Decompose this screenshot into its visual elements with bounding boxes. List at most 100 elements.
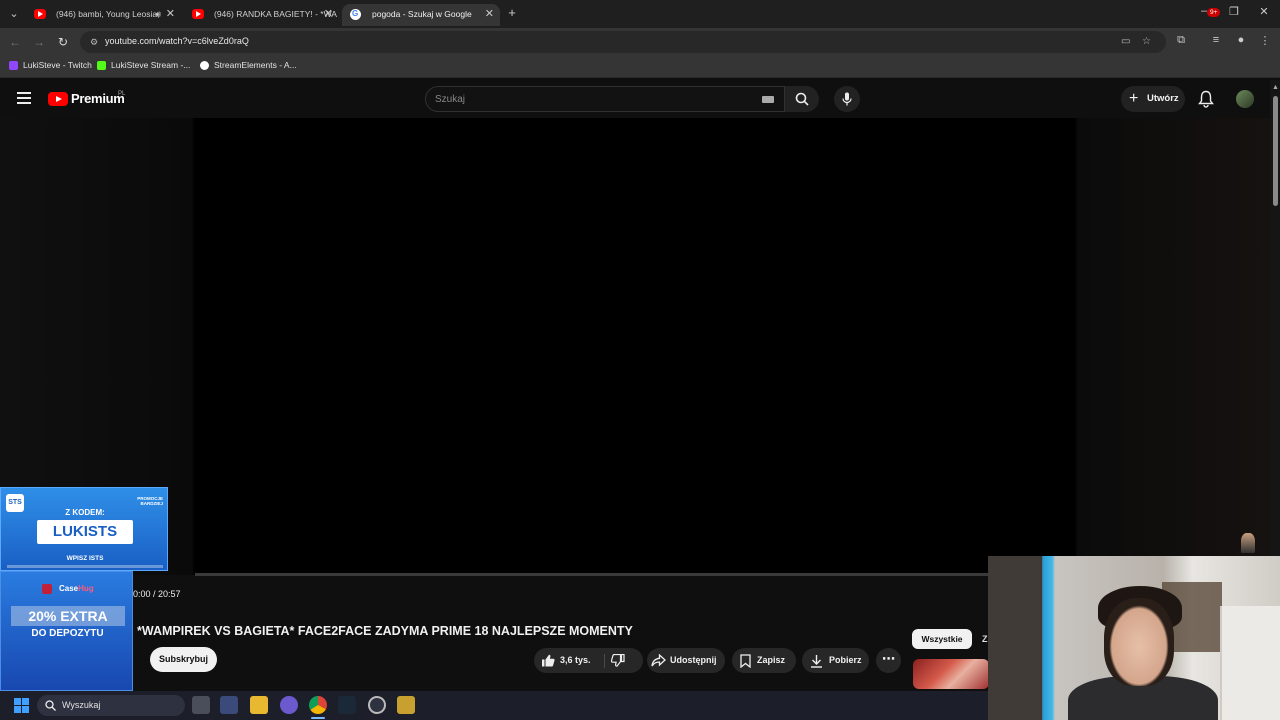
streamer-face	[1104, 598, 1174, 686]
league-icon[interactable]	[397, 696, 415, 714]
video-title: *WAMPIREK VS BAGIETA* FACE2FACE ZADYMA P…	[137, 624, 633, 638]
webcam-white-shelf	[1220, 606, 1280, 720]
bookmark-item[interactable]: LukiSteve - Twitch	[9, 60, 92, 70]
steam-icon[interactable]	[338, 696, 356, 714]
more-actions-icon[interactable]: ⋯	[876, 648, 901, 673]
brand-part-a: Case	[59, 584, 79, 593]
windows-taskbar: Wyszukaj	[0, 691, 988, 720]
casehug-logo-icon	[42, 584, 52, 594]
screen: ⌄ (946) bambi, Young Leosia, 🔊︎ ✕ (946) …	[0, 0, 1280, 720]
bookmark-label: LukiSteve Stream -...	[111, 60, 191, 70]
back-button[interactable]: ←	[7, 34, 23, 50]
share-button[interactable]: Udostępnij	[647, 648, 725, 673]
promo-instruction: WPISZ ISTS	[66, 555, 104, 562]
bookmark-item[interactable]: LukiSteve Stream -...	[97, 60, 190, 70]
tab-search-chevron-icon[interactable]: ⌄	[6, 6, 22, 22]
keyboard-icon[interactable]	[762, 96, 774, 103]
video-time: 0:00 / 20:57	[133, 589, 181, 599]
install-app-icon[interactable]: ▭	[1121, 36, 1130, 47]
search-placeholder: Szukaj	[435, 94, 466, 105]
search-input[interactable]: Szukaj	[425, 86, 785, 112]
task-view-icon[interactable]	[192, 696, 210, 714]
menu-kebab-icon[interactable]: ⋮	[1257, 34, 1273, 47]
video-progress-bar[interactable]	[195, 573, 988, 576]
url-text: youtube.com/watch?v=c6lveZd0raQ	[105, 36, 249, 46]
obs-icon[interactable]	[368, 696, 386, 714]
media-control-icon[interactable]: ≡	[1208, 34, 1224, 46]
address-bar[interactable]: ⚙ youtube.com/watch?v=c6lveZd0raQ ▭ ☆	[80, 31, 1166, 53]
scroll-up-arrow-icon[interactable]: ▲	[1272, 84, 1279, 91]
share-label: Udostępnij	[670, 655, 717, 665]
microphone-icon	[842, 92, 852, 106]
close-icon[interactable]: ✕	[485, 4, 494, 24]
tab-title: pogoda - Szukaj w Google	[372, 9, 472, 19]
search-icon	[45, 700, 56, 711]
chrome-icon[interactable]	[309, 696, 327, 714]
video-player[interactable]	[195, 118, 1075, 575]
promo-heading: Z KODEM:	[65, 508, 105, 517]
reload-button[interactable]: ↻	[55, 34, 71, 50]
bookmark-item[interactable]: StreamElements - A...	[200, 60, 297, 70]
bookmark-label: LukiSteve - Twitch	[23, 60, 92, 70]
tab-title: (946) bambi, Young Leosia,	[56, 9, 160, 19]
search-button[interactable]	[785, 86, 819, 112]
speaker-icon[interactable]: 🔊︎	[155, 4, 161, 24]
create-label: Utwórz	[1147, 93, 1179, 104]
promo-fine-print	[7, 565, 163, 568]
plus-icon: +	[1129, 90, 1139, 107]
restore-button[interactable]: ❐	[1224, 5, 1244, 18]
bookmarks-bar: LukiSteve - Twitch LukiSteve Stream -...…	[0, 56, 1280, 78]
tab-title: (946) RANDKA BAGIETY! - *WA	[214, 9, 337, 19]
forward-button[interactable]: →	[31, 34, 47, 50]
new-tab-button[interactable]: +	[505, 6, 519, 20]
close-icon[interactable]: ✕	[324, 4, 333, 24]
youtube-logo-icon	[48, 92, 68, 106]
browser-toolbar: ← → ↻ ⚙ youtube.com/watch?v=c6lveZd0raQ …	[0, 28, 1280, 56]
thumbs-down-icon[interactable]	[611, 654, 625, 667]
browser-tab-2[interactable]: (946) RANDKA BAGIETY! - *WA ✕	[184, 4, 339, 26]
like-dislike-group: 3,6 tys.	[534, 648, 643, 673]
kick-icon	[97, 61, 106, 70]
notifications-bell-icon[interactable]	[1198, 90, 1214, 108]
taskbar-search-input[interactable]: Wyszukaj	[37, 695, 185, 716]
webcam-background-door	[988, 556, 1042, 720]
app-icon[interactable]	[220, 696, 238, 714]
save-label: Zapisz	[757, 655, 786, 665]
like-count[interactable]: 3,6 tys.	[560, 648, 591, 673]
file-explorer-icon[interactable]	[250, 696, 268, 714]
promo-code: LUKISTS	[37, 520, 133, 544]
subscribe-button[interactable]: Subskrybuj	[150, 647, 217, 672]
profile-icon[interactable]: ●	[1233, 34, 1249, 46]
search-icon	[795, 92, 809, 106]
site-info-icon[interactable]: ⚙	[88, 36, 100, 48]
download-icon	[811, 655, 822, 668]
browser-tab-1[interactable]: (946) bambi, Young Leosia, 🔊︎ ✕	[26, 4, 181, 26]
streamer-mini-avatar	[1241, 533, 1255, 553]
download-button[interactable]: Pobierz	[802, 648, 869, 673]
taskbar-search-placeholder: Wyszukaj	[62, 700, 101, 710]
create-button[interactable]: + Utwórz	[1121, 86, 1185, 112]
recommended-video-thumbnail[interactable]	[913, 659, 989, 689]
voice-search-button[interactable]	[834, 86, 860, 112]
logo-country-code: PL	[118, 91, 126, 97]
window-close-button[interactable]: ✕	[1254, 5, 1274, 18]
youtube-favicon-icon	[34, 9, 46, 19]
extensions-icon[interactable]: ⧉	[1173, 34, 1189, 47]
twitch-icon	[9, 61, 18, 70]
windows-start-icon[interactable]	[14, 698, 29, 713]
browser-tab-3[interactable]: pogoda - Szukaj w Google ✕	[342, 4, 500, 26]
save-button[interactable]: Zapisz	[732, 648, 796, 673]
youtube-header: Premium Szukaj + Utwórz	[0, 80, 1280, 118]
account-avatar[interactable]	[1236, 90, 1254, 108]
discord-icon[interactable]	[280, 696, 298, 714]
download-label: Pobierz	[829, 655, 862, 665]
streamer-webcam	[988, 556, 1280, 720]
close-icon[interactable]: ✕	[166, 4, 175, 24]
thumbs-up-icon[interactable]	[541, 654, 555, 667]
browser-tab-strip: ⌄ (946) bambi, Young Leosia, 🔊︎ ✕ (946) …	[0, 0, 1280, 28]
chip-all[interactable]: Wszystkie	[912, 629, 972, 649]
bookmark-star-icon[interactable]: ☆	[1142, 36, 1151, 47]
hamburger-menu-icon[interactable]	[17, 92, 31, 104]
scrollbar-thumb[interactable]	[1273, 96, 1278, 206]
youtube-favicon-icon	[192, 9, 204, 19]
